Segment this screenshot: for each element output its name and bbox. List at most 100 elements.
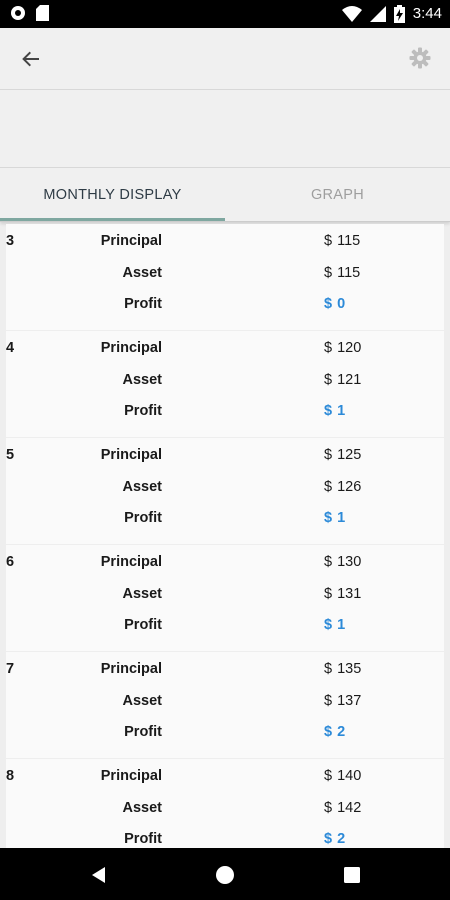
principal-value: $140 bbox=[324, 768, 361, 784]
status-time: 3:44 bbox=[412, 5, 442, 22]
asset-value: $115 bbox=[324, 265, 360, 281]
principal-value: $130 bbox=[324, 554, 361, 570]
tab-graph[interactable]: GRAPH bbox=[225, 168, 450, 222]
profit-value: $2 bbox=[324, 724, 345, 740]
gear-icon bbox=[409, 47, 431, 69]
profit-amount: 1 bbox=[337, 403, 346, 419]
month-number: 7 bbox=[6, 661, 15, 677]
asset-amount: 131 bbox=[337, 585, 362, 602]
profit-row: Profit $2 bbox=[6, 719, 444, 750]
tab-monthly-display[interactable]: MONTHLY DISPLAY bbox=[0, 168, 225, 222]
asset-value: $121 bbox=[324, 372, 361, 388]
principal-value: $135 bbox=[324, 661, 361, 677]
principal-row: 3 Principal $115 bbox=[6, 228, 444, 259]
currency-symbol: $ bbox=[324, 661, 333, 677]
settings-button[interactable] bbox=[408, 46, 432, 70]
profit-row: Profit $0 bbox=[6, 291, 444, 322]
currency-symbol: $ bbox=[324, 371, 333, 388]
currency-symbol: $ bbox=[324, 724, 333, 740]
principal-amount: 115 bbox=[337, 233, 361, 249]
sd-card-icon bbox=[36, 5, 49, 21]
profit-value: $1 bbox=[324, 403, 345, 419]
monthly-list[interactable]: 3 Principal $115 Asset $115 Profit $0 4 Principa… bbox=[0, 224, 450, 848]
currency-symbol: $ bbox=[324, 585, 333, 602]
currency-symbol: $ bbox=[324, 617, 333, 633]
circle-notification-icon bbox=[11, 6, 25, 20]
principal-amount: 130 bbox=[337, 554, 362, 570]
nav-back-button[interactable] bbox=[88, 864, 110, 886]
nav-home-icon bbox=[216, 866, 234, 884]
profit-amount: 2 bbox=[337, 724, 346, 740]
principal-label: Principal bbox=[100, 447, 162, 463]
battery-charging-icon bbox=[393, 5, 405, 23]
asset-amount: 121 bbox=[337, 371, 362, 388]
profit-label: Profit bbox=[124, 296, 162, 312]
asset-row: Asset $115 bbox=[6, 260, 444, 291]
month-number: 6 bbox=[6, 554, 15, 570]
principal-label: Principal bbox=[100, 554, 162, 570]
currency-symbol: $ bbox=[324, 296, 333, 312]
month-card: 5 Principal $125 Asset $126 Profit $1 bbox=[6, 438, 444, 544]
asset-amount: 137 bbox=[337, 692, 362, 709]
asset-amount: 126 bbox=[337, 478, 362, 495]
currency-symbol: $ bbox=[324, 340, 333, 356]
principal-row: 6 Principal $130 bbox=[6, 549, 444, 580]
arrow-back-icon bbox=[22, 51, 39, 67]
navigation-bar bbox=[0, 848, 450, 900]
principal-row: 7 Principal $135 bbox=[6, 656, 444, 687]
asset-row: Asset $137 bbox=[6, 688, 444, 719]
month-number: 8 bbox=[6, 768, 15, 784]
month-number: 4 bbox=[6, 340, 15, 356]
asset-row: Asset $126 bbox=[6, 474, 444, 505]
principal-value: $115 bbox=[324, 233, 360, 249]
asset-label: Asset bbox=[122, 264, 163, 281]
profit-row: Profit $1 bbox=[6, 505, 444, 536]
asset-row: Asset $142 bbox=[6, 795, 444, 826]
wifi-icon bbox=[341, 6, 362, 22]
asset-row: Asset $121 bbox=[6, 367, 444, 398]
back-button[interactable] bbox=[16, 44, 46, 74]
asset-value: $131 bbox=[324, 586, 361, 602]
principal-amount: 135 bbox=[337, 661, 362, 677]
principal-amount: 140 bbox=[337, 768, 362, 784]
month-card: 4 Principal $120 Asset $121 Profit $1 bbox=[6, 331, 444, 437]
currency-symbol: $ bbox=[324, 447, 333, 463]
profit-value: $0 bbox=[324, 296, 345, 312]
month-card: 3 Principal $115 Asset $115 Profit $0 bbox=[6, 224, 444, 330]
profit-row: Profit $2 bbox=[6, 826, 444, 848]
principal-row: 8 Principal $140 bbox=[6, 763, 444, 794]
principal-amount: 125 bbox=[337, 447, 362, 463]
asset-label: Asset bbox=[122, 799, 163, 816]
cell-signal-icon bbox=[369, 6, 386, 22]
asset-label: Asset bbox=[122, 585, 163, 602]
asset-amount: 142 bbox=[337, 799, 362, 816]
currency-symbol: $ bbox=[324, 233, 333, 249]
profit-row: Profit $1 bbox=[6, 612, 444, 643]
nav-home-button[interactable] bbox=[214, 864, 236, 886]
asset-label: Asset bbox=[122, 371, 163, 388]
principal-label: Principal bbox=[100, 340, 162, 356]
profit-value: $2 bbox=[324, 831, 345, 847]
currency-symbol: $ bbox=[324, 692, 333, 709]
currency-symbol: $ bbox=[324, 403, 333, 419]
asset-value: $126 bbox=[324, 479, 361, 495]
currency-symbol: $ bbox=[324, 799, 333, 816]
currency-symbol: $ bbox=[324, 554, 333, 570]
nav-recents-button[interactable] bbox=[341, 864, 363, 886]
profit-label: Profit bbox=[124, 403, 162, 419]
principal-value: $120 bbox=[324, 340, 361, 356]
month-card: 6 Principal $130 Asset $131 Profit $1 bbox=[6, 545, 444, 651]
header-area bbox=[0, 90, 450, 168]
profit-label: Profit bbox=[124, 510, 162, 526]
asset-value: $137 bbox=[324, 693, 361, 709]
nav-recents-icon bbox=[344, 867, 360, 883]
profit-row: Profit $1 bbox=[6, 398, 444, 429]
principal-row: 5 Principal $125 bbox=[6, 442, 444, 473]
principal-label: Principal bbox=[100, 233, 162, 249]
nav-back-icon bbox=[92, 867, 105, 883]
asset-value: $142 bbox=[324, 800, 361, 816]
profit-label: Profit bbox=[124, 831, 162, 847]
principal-label: Principal bbox=[100, 768, 162, 784]
principal-value: $125 bbox=[324, 447, 361, 463]
profit-amount: 0 bbox=[337, 296, 346, 312]
